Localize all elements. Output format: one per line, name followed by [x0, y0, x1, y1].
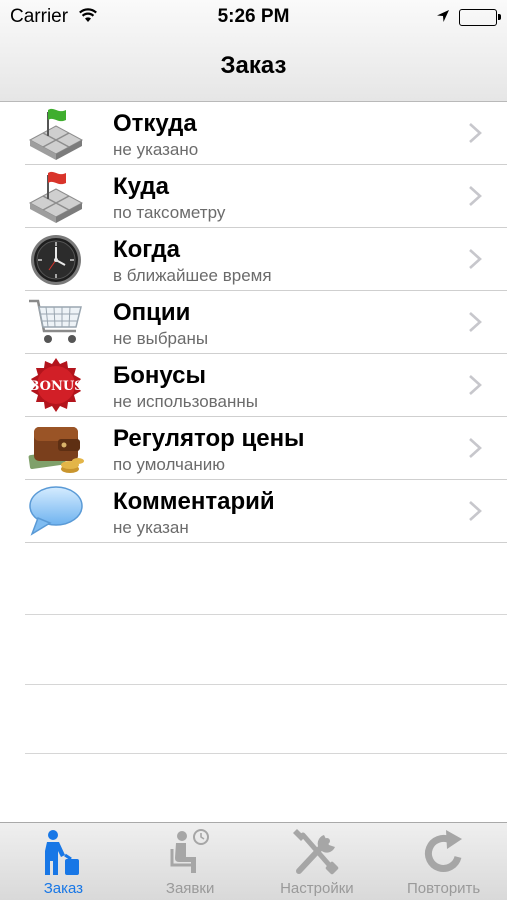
list-item-price-regulator[interactable]: Регулятор цены по умолчанию: [0, 417, 507, 480]
wrench-screwdriver-icon: [291, 827, 343, 882]
tab-label: Заказ: [43, 880, 84, 897]
row-subtitle: не выбраны: [113, 329, 209, 348]
page-title: Заказ: [220, 52, 287, 79]
order-options-list: Откуда не указано Куда по таксометру Ког…: [0, 102, 507, 543]
chevron-right-icon: [468, 374, 482, 401]
tab-bar: Заказ Заявки Настройки Повторить: [0, 822, 507, 900]
row-subtitle: не указан: [113, 518, 189, 537]
svg-text:BONUS: BONUS: [28, 379, 83, 394]
refresh-icon: [420, 827, 468, 882]
row-title: Откуда: [113, 110, 197, 137]
empty-row-divider: [25, 753, 507, 754]
list-item-options[interactable]: Опции не выбраны: [0, 291, 507, 354]
red-flag-grid-icon: [26, 167, 86, 225]
row-subtitle: в ближайшее время: [113, 266, 272, 285]
row-title: Когда: [113, 236, 180, 263]
chevron-right-icon: [468, 311, 482, 338]
shopping-cart-icon: [26, 293, 86, 351]
empty-row-divider: [25, 614, 507, 615]
list-item-from[interactable]: Откуда не указано: [0, 102, 507, 165]
chevron-right-icon: [468, 185, 482, 212]
wallet-icon: [26, 419, 86, 477]
list-item-when[interactable]: Когда в ближайшее время: [0, 228, 507, 291]
list-item-comment[interactable]: Комментарий не указан: [0, 480, 507, 543]
row-title: Комментарий: [113, 488, 275, 515]
chevron-right-icon: [468, 122, 482, 149]
tab-label: Заявки: [165, 880, 215, 897]
status-bar: Carrier 5:26 PM: [0, 0, 507, 34]
list-item-bonuses[interactable]: BONUS Бонусы не использованны: [0, 354, 507, 417]
chevron-right-icon: [468, 248, 482, 275]
row-title: Куда: [113, 173, 169, 200]
bonus-badge-icon: BONUS: [26, 356, 86, 414]
seated-person-clock-icon: [168, 827, 212, 882]
row-title: Бонусы: [113, 362, 206, 389]
tab-order[interactable]: Заказ: [0, 823, 127, 900]
row-subtitle: по умолчанию: [113, 455, 225, 474]
speech-bubble-icon: [26, 482, 86, 540]
chevron-right-icon: [468, 500, 482, 527]
row-title: Регулятор цены: [113, 425, 305, 452]
person-luggage-icon: [41, 827, 85, 882]
tab-settings[interactable]: Настройки: [254, 823, 381, 900]
empty-row-divider: [25, 684, 507, 685]
clock-icon: [26, 230, 86, 288]
tab-repeat[interactable]: Повторить: [380, 823, 507, 900]
clock-time: 5:26 PM: [217, 6, 290, 27]
tab-requests[interactable]: Заявки: [127, 823, 254, 900]
tab-label: Настройки: [280, 880, 354, 897]
row-subtitle: по таксометру: [113, 203, 226, 222]
row-title: Опции: [113, 299, 191, 326]
list-item-to[interactable]: Куда по таксометру: [0, 165, 507, 228]
green-flag-grid-icon: [26, 104, 86, 162]
battery-icon: [459, 9, 501, 26]
row-subtitle: не использованны: [113, 392, 258, 411]
location-arrow-icon: [436, 9, 450, 28]
row-subtitle: не указано: [113, 140, 199, 159]
tab-label: Повторить: [407, 880, 481, 897]
chevron-right-icon: [468, 437, 482, 464]
header: Carrier 5:26 PM Заказ: [0, 0, 507, 102]
